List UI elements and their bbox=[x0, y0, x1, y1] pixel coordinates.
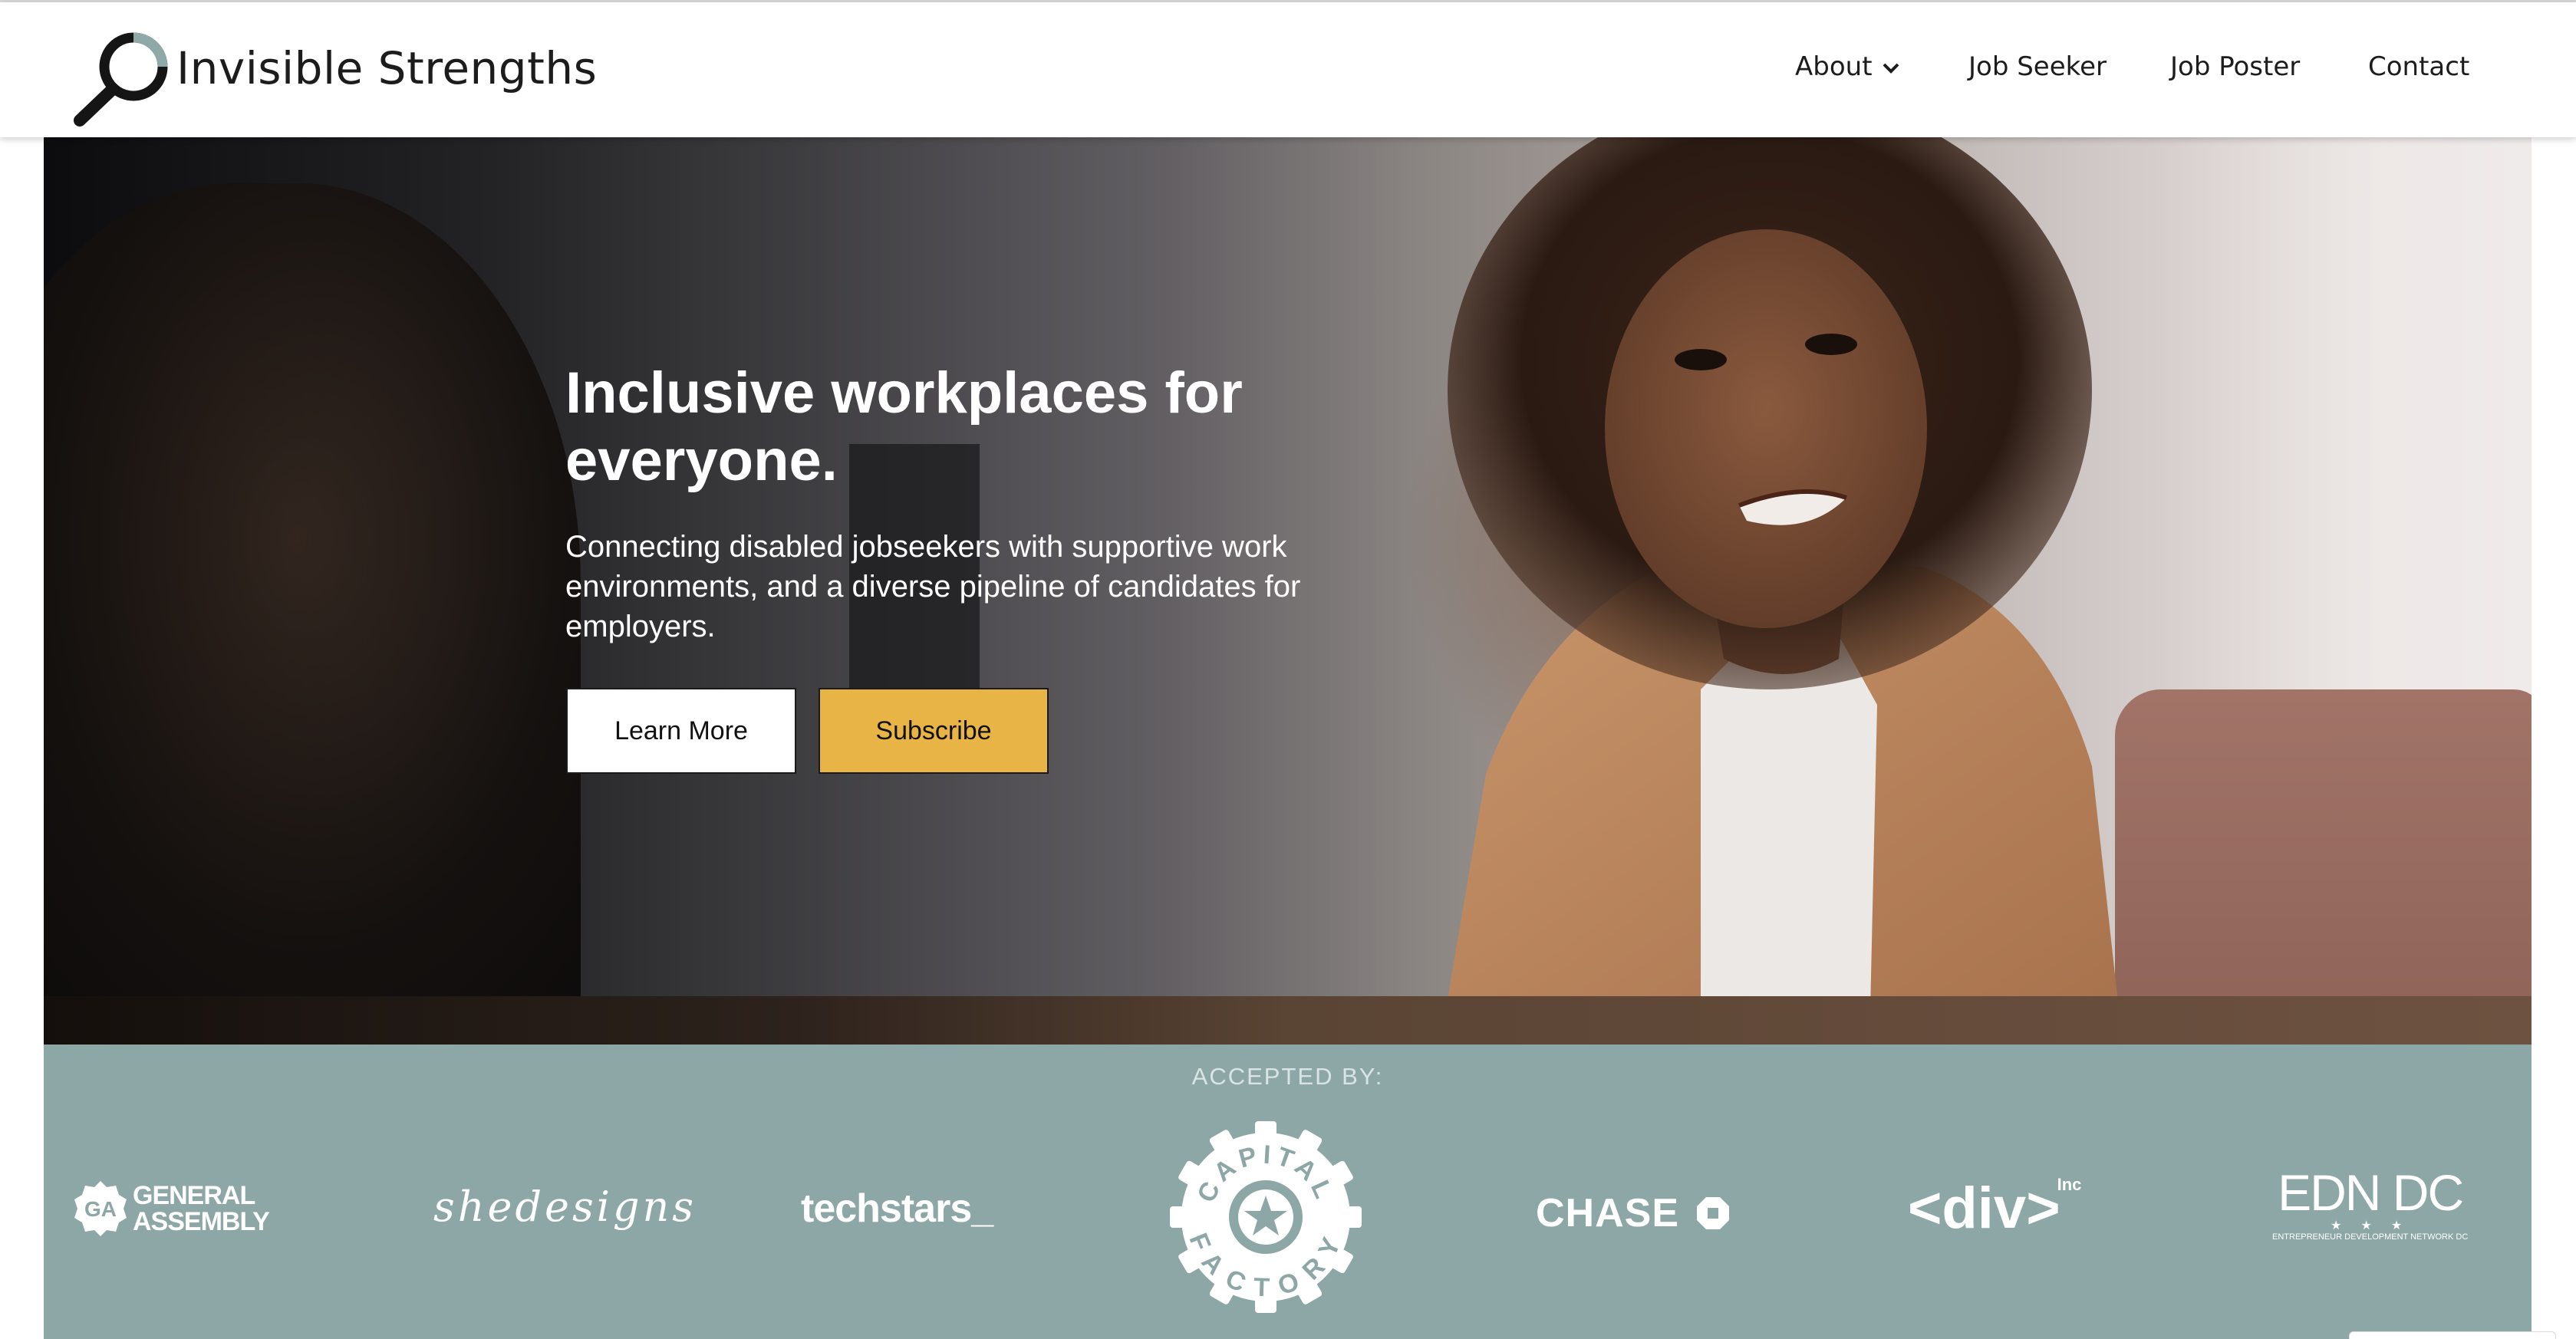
chevron-down-icon bbox=[1883, 63, 1899, 74]
magnifying-glass-logo-icon[interactable] bbox=[74, 30, 173, 127]
general-assembly-badge-icon: GA bbox=[74, 1181, 127, 1236]
hero-subtitle: Connecting disabled jobseekers with supp… bbox=[565, 530, 1301, 643]
brand-name[interactable]: Invisible Strengths bbox=[176, 42, 597, 94]
hero-title: Inclusive workplaces for everyone. bbox=[565, 360, 1243, 493]
nav-item-job-poster[interactable]: Job Poster bbox=[2170, 51, 2300, 82]
partner-logo-div-inc: <div>Inc bbox=[1908, 1175, 2081, 1242]
hero-foreground-table bbox=[44, 996, 2532, 1045]
edn-subtitle: ENTREPRENEUR DEVELOPMENT NETWORK DC bbox=[2272, 1232, 2469, 1242]
div-text: <div> bbox=[1908, 1176, 2060, 1241]
chase-octagon-icon bbox=[1697, 1197, 1730, 1229]
partner-logo-shedesigns: shedesigns bbox=[433, 1183, 697, 1231]
general-assembly-line1: GENERAL bbox=[133, 1181, 255, 1210]
accepted-by-label: ACCEPTED BY: bbox=[1191, 1063, 1384, 1090]
nav-item-about-label: About bbox=[1795, 51, 1873, 82]
nav-item-job-seeker[interactable]: Job Seeker bbox=[1968, 51, 2107, 82]
hero-photo bbox=[1440, 137, 2123, 1045]
general-assembly-badge-text: GA bbox=[84, 1197, 117, 1221]
partner-logo-capital-factory: CAPITAL FACTORY bbox=[1170, 1121, 1362, 1313]
partner-logo-edn-dc: EDN DC ★ ★ ★ ENTREPRENEUR DEVELOPMENT NE… bbox=[2272, 1167, 2468, 1242]
nav-item-about[interactable]: About bbox=[1795, 51, 1900, 82]
accepted-by-section: ACCEPTED BY: GA GENERAL ASSEMBLY shedesi… bbox=[44, 1045, 2532, 1339]
hero-section: Inclusive workplaces for everyone. Conne… bbox=[44, 137, 2532, 1045]
chase-text: CHASE bbox=[1536, 1191, 1680, 1235]
subscribe-button[interactable]: Subscribe bbox=[819, 688, 1049, 774]
site-header: Invisible Strengths About Job Seeker Job… bbox=[0, 2, 2576, 137]
partner-logo-techstars: techstars_ bbox=[801, 1186, 993, 1231]
general-assembly-text: GENERAL ASSEMBLY bbox=[133, 1181, 270, 1236]
corner-widget[interactable] bbox=[2349, 1331, 2556, 1339]
general-assembly-line2: ASSEMBLY bbox=[133, 1207, 270, 1236]
edn-main-text: EDN DC bbox=[2278, 1164, 2464, 1221]
hero-foreground-shoulder bbox=[44, 183, 581, 1045]
div-inc-sup: Inc bbox=[2057, 1175, 2082, 1194]
partner-logo-chase: CHASE bbox=[1536, 1190, 1731, 1236]
nav-item-contact[interactable]: Contact bbox=[2368, 51, 2469, 82]
learn-more-button[interactable]: Learn More bbox=[566, 688, 796, 774]
